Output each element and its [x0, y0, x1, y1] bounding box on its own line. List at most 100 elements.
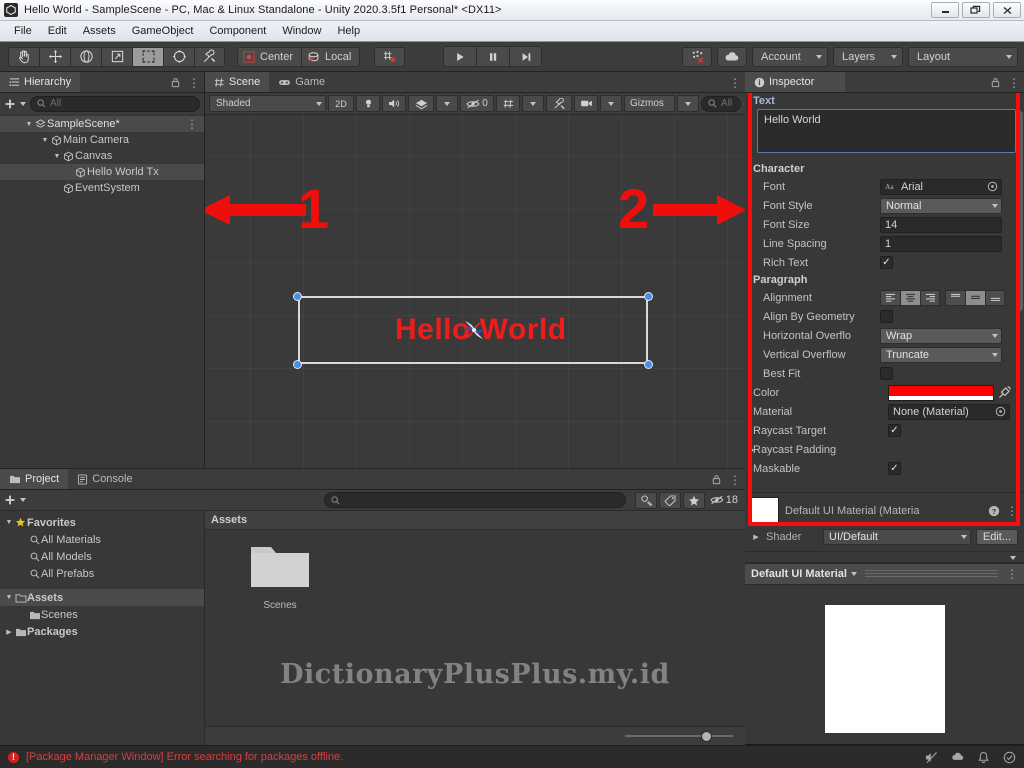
scene-lighting-icon[interactable] [356, 95, 380, 112]
filter-type-icon[interactable] [635, 491, 657, 509]
hierarchy-item-hello-world-tx[interactable]: Hello World Tx [0, 164, 204, 180]
rotate-tool-icon[interactable] [70, 46, 101, 67]
maskable-checkbox[interactable]: ✓ [888, 462, 901, 475]
pivot-mode-button[interactable]: Center [237, 46, 302, 67]
menu-edit[interactable]: Edit [40, 23, 75, 39]
rect-handle-tl[interactable] [293, 292, 302, 301]
scene-canvas[interactable]: Hello World 1 2 [205, 115, 745, 489]
shader-dropdown[interactable]: UI/Default [823, 529, 971, 545]
inspector-scrollbar[interactable] [1017, 93, 1023, 744]
material-objectfield[interactable]: None (Material) [888, 403, 1010, 420]
project-item-scenes[interactable]: Scenes [0, 606, 204, 623]
tab-game[interactable]: Game [269, 72, 335, 92]
scene-hidden-objects-toggle[interactable]: 0 [460, 95, 494, 112]
hierarchy-item-main-camera[interactable]: ▼ Main Camera [0, 132, 204, 148]
horizontal-overflow-dropdown[interactable]: Wrap [880, 327, 1002, 344]
vertical-overflow-dropdown[interactable]: Truncate [880, 346, 1002, 363]
minimize-button[interactable] [931, 2, 959, 18]
collab-status-icon[interactable] [951, 751, 964, 764]
align-center-button[interactable] [900, 289, 920, 306]
rect-handle-br[interactable] [644, 360, 653, 369]
align-top-button[interactable] [945, 289, 965, 306]
menu-gameobject[interactable]: GameObject [124, 23, 202, 39]
close-button[interactable] [993, 2, 1021, 18]
object-picker-icon[interactable] [995, 406, 1006, 417]
handle-rotation-button[interactable]: Local [301, 46, 361, 67]
toggle-2d-button[interactable]: 2D [328, 95, 354, 112]
expand-triangle-icon[interactable]: ▶ [4, 628, 14, 636]
expand-triangle-icon[interactable]: ▶ [747, 446, 757, 454]
notification-icon[interactable] [977, 751, 990, 764]
move-tool-icon[interactable] [39, 46, 70, 67]
project-content[interactable]: Assets Scenes DictionaryPlusPlus.my.id [205, 511, 745, 745]
shading-mode-dropdown[interactable]: Shaded [209, 95, 326, 112]
pause-button[interactable] [476, 46, 509, 67]
menu-window[interactable]: Window [274, 23, 329, 39]
shader-edit-button[interactable]: Edit... [975, 529, 1018, 545]
filter-label-icon[interactable] [659, 491, 681, 509]
hierarchy-item-canvas[interactable]: ▼ Canvas [0, 148, 204, 164]
custom-tool-icon[interactable] [194, 46, 225, 67]
step-button[interactable] [509, 46, 542, 67]
project-hidden-count[interactable]: 18 [707, 492, 741, 509]
account-dropdown[interactable]: Account [752, 46, 828, 67]
rect-handle-tr[interactable] [644, 292, 653, 301]
chevron-down-icon[interactable] [1010, 556, 1016, 560]
scale-tool-icon[interactable] [101, 46, 132, 67]
expand-triangle-icon[interactable]: ▶ [751, 533, 761, 541]
lock-icon[interactable] [711, 474, 722, 485]
layout-dropdown[interactable]: Layout [908, 46, 1018, 67]
font-size-input[interactable]: 14 [880, 216, 1002, 233]
project-menu-icon[interactable]: ⋮ [729, 474, 741, 486]
project-item-favorites[interactable]: ▼ Favorites [0, 514, 204, 531]
lock-icon[interactable] [170, 77, 181, 88]
color-swatch[interactable] [888, 384, 994, 401]
align-right-button[interactable] [920, 289, 940, 306]
scene-menu-icon[interactable]: ⋮ [186, 118, 198, 130]
lock-icon[interactable] [990, 77, 1001, 88]
grid-snap-icon[interactable] [374, 46, 406, 67]
scene-search-input[interactable]: All [701, 95, 741, 112]
tab-hierarchy[interactable]: Hierarchy [0, 72, 81, 92]
expand-triangle-icon[interactable]: ▼ [4, 519, 14, 526]
menu-component[interactable]: Component [201, 23, 274, 39]
rect-handle-bl[interactable] [293, 360, 302, 369]
align-bottom-button[interactable] [985, 289, 1005, 306]
line-spacing-input[interactable]: 1 [880, 235, 1002, 252]
create-button[interactable] [4, 98, 26, 110]
mute-audio-icon[interactable] [925, 751, 938, 764]
layers-dropdown[interactable]: Layers [833, 46, 903, 67]
scene-fx-dropdown[interactable] [436, 95, 458, 112]
restore-button[interactable] [962, 2, 990, 18]
filter-favorite-icon[interactable] [683, 491, 705, 509]
eyedropper-icon[interactable] [998, 386, 1011, 399]
preview-drag-handle[interactable] [864, 570, 998, 578]
scene-grid-dropdown[interactable] [522, 95, 544, 112]
status-message[interactable]: [Package Manager Window] Error searching… [26, 751, 343, 763]
transform-tool-icon[interactable] [163, 46, 194, 67]
best-fit-checkbox[interactable] [880, 367, 893, 380]
asset-folder-scenes[interactable]: Scenes [237, 541, 323, 611]
project-item-all-models[interactable]: All Models [0, 548, 204, 565]
play-button[interactable] [443, 46, 476, 67]
project-item-packages[interactable]: ▶ Packages [0, 623, 204, 640]
align-left-button[interactable] [880, 289, 900, 306]
expand-triangle-icon[interactable]: ▼ [4, 594, 14, 601]
project-item-assets[interactable]: ▼ Assets [0, 589, 204, 606]
object-picker-icon[interactable] [987, 181, 998, 192]
rect-tool-icon[interactable] [132, 46, 163, 67]
menu-file[interactable]: File [6, 23, 40, 39]
slider-knob[interactable] [701, 730, 712, 742]
help-icon[interactable]: ? [988, 505, 1000, 517]
check-status-icon[interactable] [1003, 751, 1016, 764]
chevron-down-icon[interactable] [850, 572, 857, 576]
inspector-scroll-thumb[interactable] [1017, 111, 1023, 311]
thumbnail-size-slider[interactable] [625, 730, 733, 742]
scene-audio-icon[interactable] [382, 95, 406, 112]
gizmos-button[interactable]: Gizmos [624, 95, 675, 112]
hierarchy-item-eventsystem[interactable]: EventSystem [0, 180, 204, 196]
menu-help[interactable]: Help [329, 23, 368, 39]
material-preview-area[interactable] [745, 585, 1024, 744]
tab-scene[interactable]: Scene [205, 72, 270, 92]
cloud-icon[interactable] [717, 46, 747, 67]
